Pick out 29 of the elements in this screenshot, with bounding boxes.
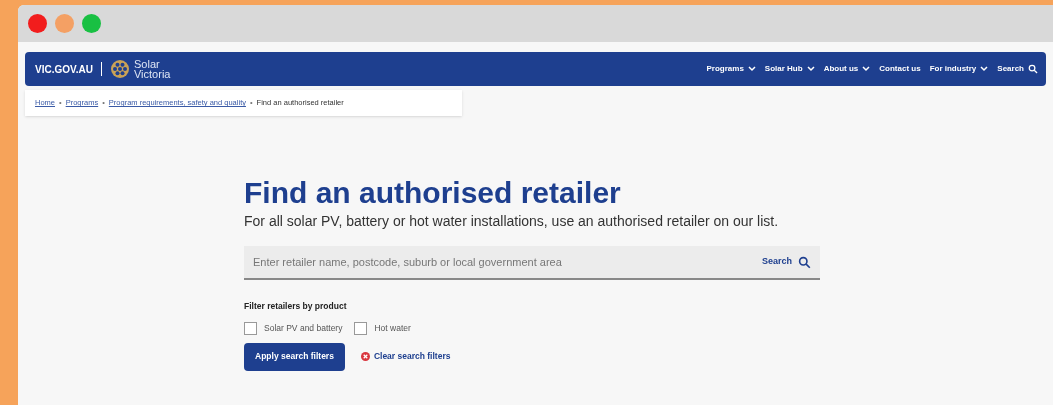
checkbox[interactable] [244, 321, 257, 335]
search-button[interactable]: Search [761, 255, 811, 269]
nav-search-button[interactable]: Search [997, 63, 1038, 75]
search-icon [1028, 64, 1038, 74]
clear-icon [360, 352, 370, 362]
checkbox-label: Solar PV and battery [264, 321, 343, 335]
search-input[interactable]: Enter retailer name, postcode, suburb or local government area [253, 253, 762, 271]
nav-menu-item[interactable]: Contact us [879, 63, 921, 75]
brand-link[interactable]: VIC.GOV.AU [35, 61, 93, 77]
chevron-down-icon [806, 66, 815, 72]
nav-menu-item[interactable]: Solar Hub [764, 63, 815, 75]
clear-filters-link[interactable]: Clear search filters [360, 350, 451, 364]
search-field[interactable]: Enter retailer name, postcode, suburb or local government area Search [244, 246, 820, 280]
filter-label: Filter retailers by product [244, 300, 348, 313]
page-heading: Find an authorised retailer [244, 176, 622, 210]
chevron-down-icon [980, 66, 989, 72]
nav-menu-item[interactable]: About us [823, 63, 871, 75]
apply-filters-button[interactable]: Apply search filters [244, 342, 345, 371]
chevron-down-icon [747, 66, 756, 72]
checkbox-label: Hot water [374, 321, 411, 335]
checkbox[interactable] [354, 321, 368, 335]
sun-logo-icon [110, 59, 130, 79]
chevron-down-icon [862, 66, 871, 72]
intro-text: For all solar PV, battery or hot water installations, use an authorised retailer on our list. [244, 212, 780, 230]
logo-text: Victoria [134, 69, 171, 79]
nav-menu-item[interactable]: Programs [706, 63, 756, 75]
nav-menu-item[interactable]: For industry [929, 63, 989, 75]
logo-text: Solar [134, 59, 161, 69]
search-icon [798, 255, 811, 269]
